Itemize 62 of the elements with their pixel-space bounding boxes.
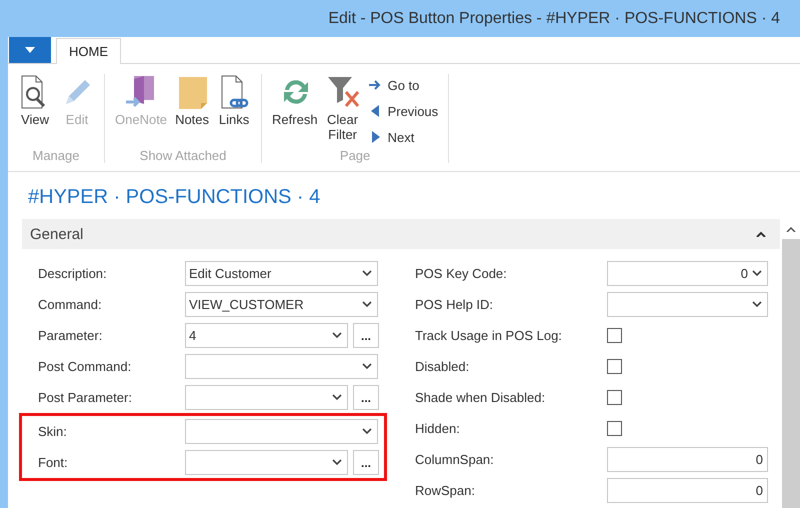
field-label: Description:	[38, 266, 108, 281]
app-menu-button[interactable]	[9, 37, 51, 63]
field-label: Font:	[38, 455, 69, 470]
ribbon-button[interactable]: Next	[366, 126, 440, 148]
field-label: ColumnSpan:	[415, 452, 495, 467]
field-label: RowSpan:	[415, 483, 476, 498]
ribbon-button[interactable]: Previous	[366, 100, 440, 122]
dropdown-field[interactable]	[185, 450, 348, 475]
field-label: Shade when Disabled:	[415, 390, 546, 405]
lookup-button[interactable]: ...	[353, 450, 379, 475]
field-label: Skin:	[38, 424, 68, 439]
ribbon-button[interactable]: View	[16, 74, 54, 148]
group-label: Show Attached	[138, 148, 228, 163]
chevron-down-icon	[362, 363, 372, 370]
ribbon-button[interactable]: Refresh	[270, 74, 320, 148]
arrow-right-icon	[368, 78, 382, 92]
checkbox[interactable]	[607, 359, 622, 374]
group-label: Manage	[32, 148, 80, 163]
dropdown-field[interactable]: 0	[607, 261, 768, 286]
dropdown-field[interactable]	[185, 354, 378, 379]
ribbon-button[interactable]: Clear Filter	[324, 74, 362, 148]
page-title: #HYPER · POS-FUNCTIONS · 4	[27, 185, 322, 210]
dropdown-field[interactable]: Edit Customer	[185, 261, 378, 286]
chevron-down-icon	[332, 394, 342, 401]
checkbox[interactable]	[607, 421, 622, 436]
field-label: Track Usage in POS Log:	[415, 328, 563, 343]
ribbon-button[interactable]: Go to	[366, 74, 440, 96]
chevron-down-icon	[362, 301, 372, 308]
dropdown-field[interactable]	[185, 385, 348, 410]
caret-icon	[25, 47, 35, 53]
field-label: Parameter:	[38, 328, 104, 343]
dropdown-field[interactable]: 4	[185, 323, 348, 348]
checkbox[interactable]	[607, 328, 622, 343]
chevron-down-icon	[752, 301, 762, 308]
chevron-down-icon	[332, 332, 342, 339]
field-label: POS Key Code:	[415, 266, 508, 281]
chevron-down-icon	[332, 459, 342, 466]
number-field[interactable]: 0	[607, 447, 768, 472]
scroll-up-icon	[786, 226, 796, 232]
dropdown-field[interactable]	[185, 419, 378, 444]
ribbon-button[interactable]: Links	[215, 74, 254, 148]
chevron-down-icon	[362, 270, 372, 277]
section-title: General	[30, 226, 84, 242]
dropdown-field[interactable]	[607, 292, 768, 317]
field-label: Post Command:	[38, 359, 132, 374]
lookup-button[interactable]: ...	[353, 385, 379, 410]
filter-clear-icon	[326, 74, 360, 110]
dropdown-field[interactable]: VIEW_CUSTOMER	[185, 292, 378, 317]
field-label: Post Parameter:	[38, 390, 133, 405]
checkbox[interactable]	[607, 390, 622, 405]
lookup-button[interactable]: ...	[353, 323, 379, 348]
ribbon-button[interactable]: Notes	[173, 74, 212, 148]
section-header[interactable]: General	[22, 219, 780, 249]
number-field[interactable]: 0	[607, 478, 768, 503]
field-label: Disabled:	[415, 359, 470, 374]
field-label: Command:	[38, 297, 103, 312]
chevron-down-icon	[752, 270, 762, 277]
group-label: Page	[338, 148, 372, 163]
chevron-down-icon	[362, 428, 372, 435]
ribbon-tab[interactable]: HOME	[56, 38, 121, 64]
field-label: Hidden:	[415, 421, 461, 436]
field-label: POS Help ID:	[415, 297, 494, 312]
